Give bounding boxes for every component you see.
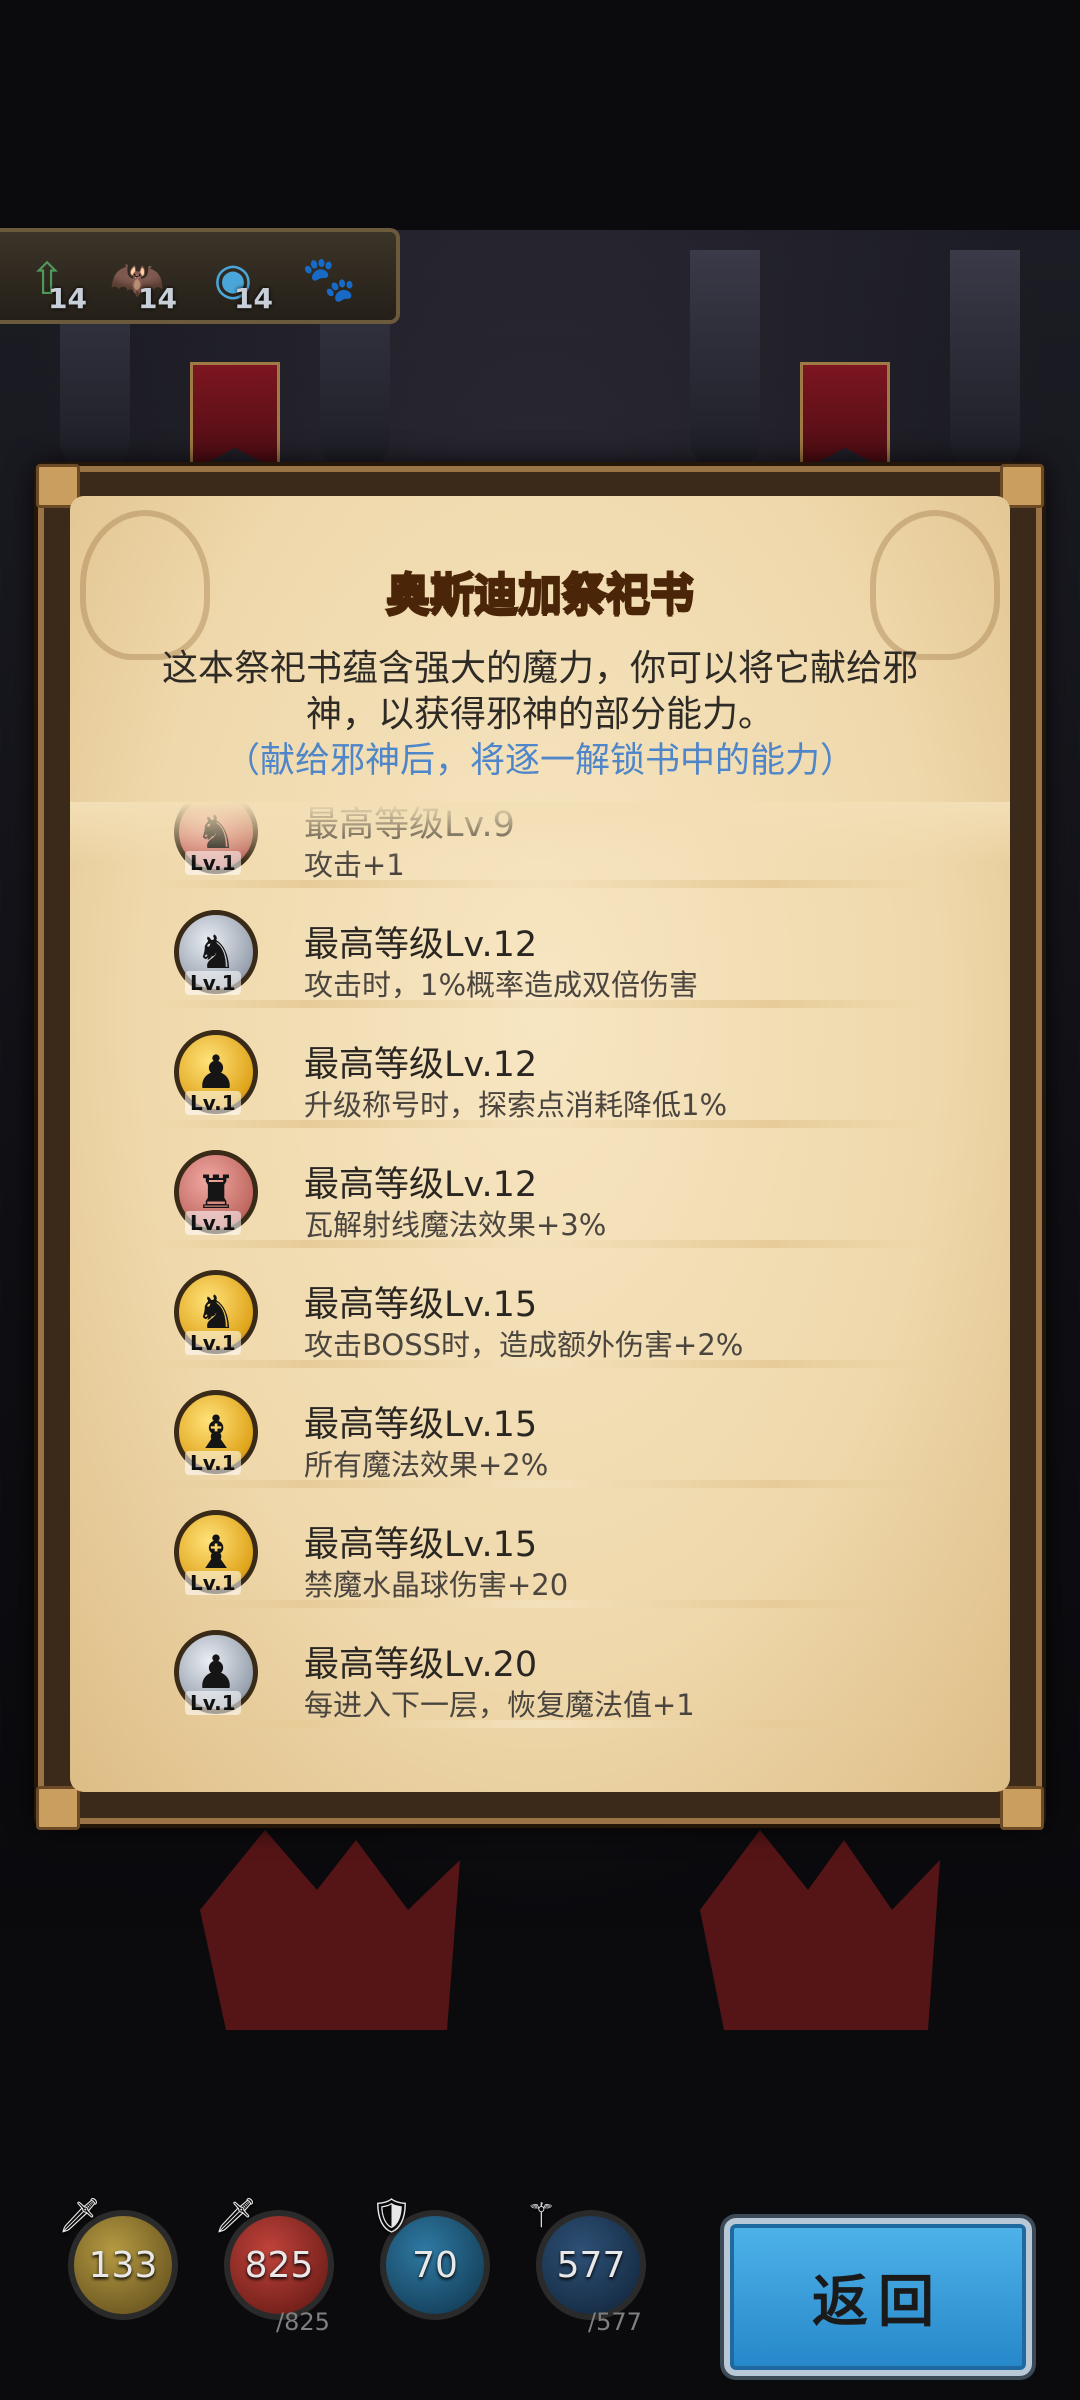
stat-value: 14 — [138, 282, 177, 315]
badge-level: Lv.1 — [185, 1451, 241, 1475]
effect-text: 攻击BOSS时，造成额外伤害+2% — [304, 1328, 744, 1362]
max-level-text: 最高等级Lv.15 — [304, 1525, 538, 1565]
defense-value: 70 — [412, 2244, 458, 2286]
badge-level: Lv.1 — [185, 1691, 241, 1715]
bishop-badge-icon: ♝ Lv.1 — [174, 1390, 258, 1475]
effect-text: 所有魔法效果+2% — [304, 1448, 549, 1482]
max-level-text: 最高等级Lv.15 — [304, 1285, 538, 1325]
health-max: /825 — [276, 2308, 330, 2336]
effect-text: 升级称号时，探索点消耗降低1% — [304, 1088, 728, 1122]
row-divider — [150, 880, 930, 888]
ability-row: ♟ Lv.1 最高等级Lv.12 升级称号时，探索点消耗降低1% — [70, 1008, 1010, 1128]
row-divider — [150, 1240, 930, 1248]
health-value: 825 — [244, 2244, 314, 2286]
max-level-text: 最高等级Lv.12 — [304, 925, 538, 965]
max-level-text: 最高等级Lv.12 — [304, 1045, 538, 1085]
book-parchment: 奥斯迪加祭祀书 这本祭祀书蕴含强大的魔力，你可以将它献给邪神，以获得邪神的部分能… — [70, 496, 1010, 1792]
row-divider — [150, 1360, 930, 1368]
defense-orb: 🛡 70 — [370, 2196, 490, 2320]
effect-text: 禁魔水晶球伤害+20 — [304, 1568, 569, 1602]
unlock-hint: （献给邪神后，将逐一解锁书中的能力） — [224, 741, 855, 781]
pawn-badge-icon: ♟ Lv.1 — [174, 1030, 258, 1115]
attack-value: 133 — [88, 2244, 158, 2286]
health-orb: 🗡 825 /825 — [214, 2196, 334, 2336]
effect-text: 每进入下一层，恢复魔法值+1 — [304, 1688, 695, 1722]
mana-max: /577 — [588, 2308, 642, 2336]
max-level-text: 最高等级Lv.12 — [304, 1165, 538, 1205]
knight-badge-icon: ♞ Lv.1 — [174, 802, 258, 875]
staff-icon: ⚚ — [526, 2196, 557, 2236]
frame-corner — [1000, 1786, 1044, 1830]
frame-corner — [36, 1786, 80, 1830]
badge-level: Lv.1 — [185, 1211, 241, 1235]
pillar — [950, 250, 1020, 470]
shield-icon: 🛡 — [370, 2196, 414, 2236]
stat-value: 14 — [48, 282, 87, 315]
paw-icon: 🐾 — [301, 254, 357, 305]
badge-level: Lv.1 — [185, 1571, 241, 1595]
book-title: 奥斯迪加祭祀书 — [385, 568, 695, 621]
knight-badge-icon: ♞ Lv.1 — [174, 1270, 258, 1355]
row-divider — [150, 1480, 930, 1488]
resource-stats-bar: ⇧ 14 🦇 14 ◉ 14 🐾 — [0, 228, 400, 324]
pawn-badge-icon: ♟ Lv.1 — [174, 1630, 258, 1715]
ability-row: ♝ Lv.1 最高等级Lv.15 禁魔水晶球伤害+20 — [70, 1488, 1010, 1608]
ability-row: ♜ Lv.1 最高等级Lv.12 瓦解射线魔法效果+3% — [70, 1128, 1010, 1248]
row-divider — [150, 1120, 930, 1128]
ability-row: ♞ Lv.1 最高等级Lv.15 攻击BOSS时，造成额外伤害+2% — [70, 1248, 1010, 1368]
mana-value: 577 — [556, 2244, 626, 2286]
stat-up: ⇧ 14 — [14, 246, 104, 316]
stat-slime: ◉ 14 — [200, 246, 290, 316]
ability-row: ♟ Lv.1 最高等级Lv.20 每进入下一层，恢复魔法值+1 — [70, 1608, 1010, 1728]
badge-level: Lv.1 — [185, 851, 241, 875]
ability-list[interactable]: ♞ Lv.1 最高等级Lv.9 攻击+1 ♞ Lv.1 最高等级Lv.12 攻击时，1%概率造… — [70, 802, 1010, 1762]
stat-paw: 🐾 — [296, 246, 386, 316]
max-level-text: 最高等级Lv.20 — [304, 1645, 538, 1685]
book-description: 这本祭祀书蕴含强大的魔力，你可以将它献给邪神，以获得邪神的部分能力。 — [161, 648, 918, 735]
ability-row: ♞ Lv.1 最高等级Lv.12 攻击时，1%概率造成双倍伤害 — [70, 888, 1010, 1008]
badge-level: Lv.1 — [185, 971, 241, 995]
mana-orb: ⚚ 577 /577 — [526, 2196, 646, 2336]
max-level-text: 最高等级Lv.15 — [304, 1405, 538, 1445]
bishop-badge-icon: ♝ Lv.1 — [174, 1510, 258, 1595]
badge-level: Lv.1 — [185, 1331, 241, 1355]
ability-row: ♞ Lv.1 最高等级Lv.9 攻击+1 — [70, 802, 1010, 888]
max-level-text: 最高等级Lv.9 — [304, 805, 515, 845]
pillar — [690, 250, 760, 470]
row-divider — [150, 1000, 930, 1008]
attack-orb: 🗡 133 — [58, 2196, 178, 2320]
effect-text: 攻击+1 — [304, 848, 405, 882]
health-sword-icon: 🗡 — [214, 2196, 258, 2236]
stat-value: 14 — [234, 282, 273, 315]
row-divider — [150, 1720, 930, 1728]
sword-icon: 🗡 — [58, 2196, 102, 2236]
badge-level: Lv.1 — [185, 1091, 241, 1115]
effect-text: 瓦解射线魔法效果+3% — [304, 1208, 607, 1242]
knight-badge-icon: ♞ Lv.1 — [174, 910, 258, 995]
rook-badge-icon: ♜ Lv.1 — [174, 1150, 258, 1235]
stat-bat: 🦇 14 — [104, 246, 194, 316]
back-button[interactable]: 返回 — [724, 2218, 1032, 2376]
ability-row: ♝ Lv.1 最高等级Lv.15 所有魔法效果+2% — [70, 1368, 1010, 1488]
effect-text: 攻击时，1%概率造成双倍伤害 — [304, 968, 699, 1002]
row-divider — [150, 1600, 930, 1608]
